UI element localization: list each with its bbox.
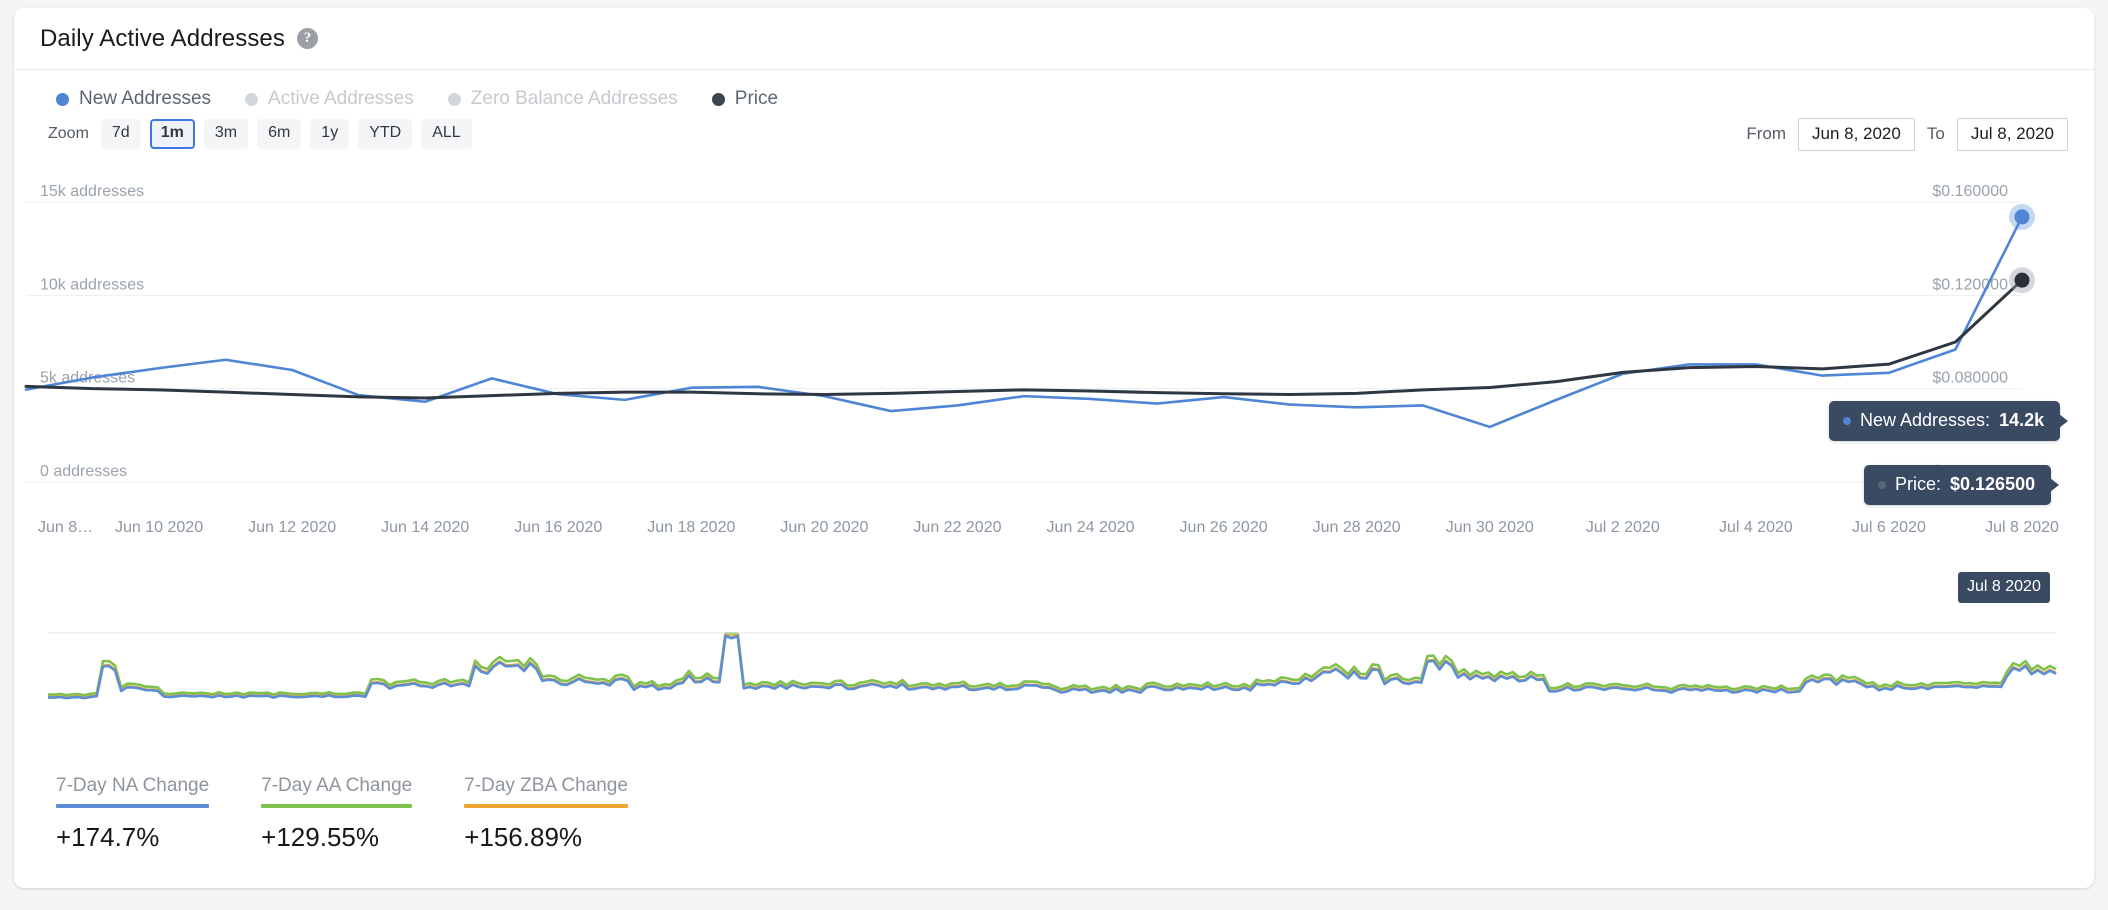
x-axis-crosshair-label: Jul 8 2020 — [1958, 572, 2050, 603]
zoom-button-1m[interactable]: 1m — [149, 119, 195, 149]
zoom-button-6m[interactable]: 6m — [257, 119, 302, 149]
legend-item-label: New Addresses — [79, 88, 212, 109]
stat-value: +174.7% — [56, 822, 160, 852]
legend-item-label: Price — [734, 88, 779, 109]
stat-value: +156.89% — [464, 822, 583, 852]
from-date-input[interactable]: Jun 8, 2020 — [1797, 117, 1915, 151]
x-axis-tick-label: Jun 28 2020 — [1313, 519, 1401, 536]
date-range-group: From Jun 8, 2020 To Jul 8, 2020 — [1746, 117, 2068, 151]
x-axis-tick-label: Jul 6 2020 — [1852, 519, 1926, 536]
tooltip-new-addresses: New Addresses: 14.2k — [1829, 401, 2069, 441]
series-line-price — [24, 278, 2024, 400]
y-axis-left-tick-label: 15k addresses — [40, 183, 144, 200]
x-axis-tick-label: Jun 30 2020 — [1446, 519, 1534, 536]
navigator-svg[interactable] — [14, 625, 2094, 735]
x-axis-tick-label: Jun 16 2020 — [514, 519, 602, 536]
tooltip-value-price: $0.126500 — [1950, 474, 2036, 494]
stat-value: +129.55% — [261, 822, 379, 852]
legend-item-active-addresses[interactable]: Active Addresses — [245, 88, 414, 110]
stat-label: 7-Day NA Change — [56, 775, 210, 796]
zoom-button-7d[interactable]: 7d — [100, 119, 141, 149]
x-axis-tick-label: Jun 24 2020 — [1046, 519, 1134, 536]
card-header: Daily Active Addresses ? — [14, 8, 2094, 70]
zoom-button-group: Zoom 7d 1m 3m 6m 1y YTD ALL — [48, 119, 472, 149]
stat-label: 7-Day ZBA Change — [464, 775, 628, 796]
x-axis-tick-label: Jun 22 2020 — [913, 519, 1001, 536]
stat-7-day-aa-change: 7-Day AA Change +129.55% — [261, 775, 413, 853]
data-point-price[interactable] — [2014, 272, 2030, 288]
legend-dot-icon — [711, 92, 725, 106]
chart-plot-area[interactable]: 0 addresses 5k addresses 10k addresses 15k … — [14, 164, 2094, 619]
summary-stats: 7-Day NA Change +174.7% 7-Day AA Change +12… — [14, 735, 2094, 853]
x-axis-tick-label: Jun 26 2020 — [1180, 519, 1268, 536]
legend-dot-icon — [447, 92, 461, 106]
x-axis-tick-label: Jun 12 2020 — [248, 519, 336, 536]
stat-7-day-na-change: 7-Day NA Change +174.7% — [56, 775, 210, 853]
to-label: To — [1926, 124, 1945, 143]
x-axis-tick-label: Jul 8 2020 — [1985, 519, 2059, 536]
y-axis-left-tick-label: 10k addresses — [40, 276, 144, 293]
x-axis-tick-label: Jun 8… — [38, 519, 93, 536]
y-axis-left-tick-label: 0 addresses — [40, 463, 127, 480]
legend-dot-icon — [56, 92, 69, 106]
tooltip-dot-new-addresses — [1843, 416, 1851, 425]
chart-navigator[interactable] — [14, 625, 2094, 735]
legend-item-price[interactable]: Price — [711, 88, 779, 110]
navigator-series-zero-balance-addresses — [47, 632, 2057, 697]
x-axis-tick-label: Jul 4 2020 — [1719, 519, 1793, 536]
from-label: From — [1746, 124, 1786, 143]
y-axis-right-tick-label: $0.120000 — [1932, 276, 2008, 293]
tooltip-label-price: Price: — [1895, 474, 1942, 494]
tooltip-label-new-addresses: New Addresses: — [1860, 410, 1991, 430]
stat-label: 7-Day AA Change — [261, 775, 413, 796]
zoom-label: Zoom — [48, 125, 89, 142]
y-axis-right-tick-label: $0.160000 — [1932, 183, 2008, 200]
range-controls: Zoom 7d 1m 3m 6m 1y YTD ALL From Jun 8, 2020 T… — [14, 106, 2094, 151]
chart-svg[interactable]: 0 addresses5k addresses10k addresses15k … — [14, 164, 2094, 619]
zoom-button-3m[interactable]: 3m — [203, 119, 249, 149]
tooltip-price: Price: $0.126500 — [1864, 465, 2060, 505]
y-axis-right-tick-label: $0.080000 — [1932, 370, 2008, 387]
legend-item-label: Active Addresses — [268, 88, 414, 109]
legend-item-new-addresses[interactable]: New Addresses — [56, 88, 211, 110]
x-axis-tick-label: Jun 18 2020 — [647, 519, 735, 536]
page-title: Daily Active Addresses — [40, 24, 285, 52]
x-axis-tick-label: Jun 14 2020 — [381, 519, 469, 536]
chart-legend: New Addresses Active Addresses Zero Balanc… — [14, 70, 2094, 109]
question-mark-circle-icon[interactable]: ? — [296, 28, 318, 49]
zoom-button-ytd[interactable]: YTD — [358, 119, 413, 149]
zoom-button-all[interactable]: ALL — [421, 119, 472, 149]
legend-dot-icon — [245, 92, 259, 106]
tooltip-dot-price — [1878, 480, 1886, 489]
stat-7-day-zba-change: 7-Day ZBA Change +156.89% — [464, 775, 628, 853]
legend-item-zero-balance-addresses[interactable]: Zero Balance Addresses — [447, 88, 678, 110]
chart-card: Daily Active Addresses ? New Addresses Ac… — [14, 8, 2094, 888]
data-point-new-addresses[interactable] — [2014, 209, 2030, 225]
x-axis-tick-label: Jun 10 2020 — [115, 519, 203, 536]
x-axis-tick-label: Jun 20 2020 — [780, 519, 868, 536]
to-date-input[interactable]: Jul 8, 2020 — [1956, 117, 2068, 151]
zoom-button-1y[interactable]: 1y — [310, 119, 350, 149]
x-axis-tick-label: Jul 2 2020 — [1586, 519, 1660, 536]
tooltip-value-new-addresses: 14.2k — [1999, 410, 2045, 430]
legend-item-label: Zero Balance Addresses — [470, 88, 678, 109]
